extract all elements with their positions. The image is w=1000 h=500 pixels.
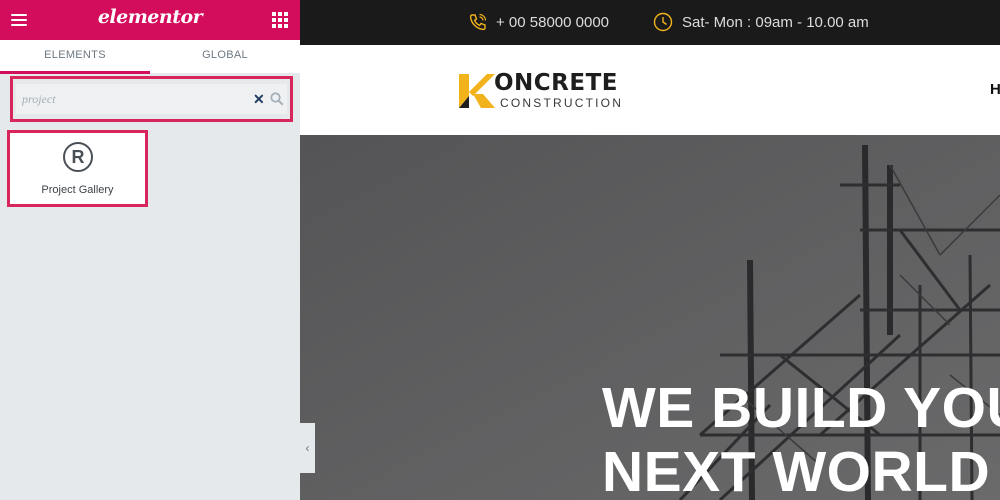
search-highlight: ✕ — [10, 76, 293, 122]
tab-elements[interactable]: ELEMENTS — [0, 40, 150, 74]
page-preview: + 00 58000 0000 Sat- Mon : 09am - 10.00 … — [300, 0, 1000, 500]
panel-header: elementor — [0, 0, 300, 40]
clear-icon[interactable]: ✕ — [253, 90, 265, 108]
search-box: ✕ — [16, 84, 287, 114]
phone-number: + 00 58000 0000 — [496, 14, 610, 31]
hero-section: WE BUILD YOUR NEXT WORLD — [300, 135, 1000, 500]
brand-tagline: CONSTRUCTION — [500, 96, 624, 110]
tab-global[interactable]: GLOBAL — [150, 40, 300, 74]
top-bar: + 00 58000 0000 Sat- Mon : 09am - 10.00 … — [300, 0, 1000, 45]
clock-icon — [653, 12, 673, 32]
search-icon[interactable] — [270, 92, 284, 106]
hero-heading-line-2: NEXT WORLD — [602, 440, 991, 500]
koncrete-logo-icon[interactable] — [457, 72, 495, 110]
opening-hours: Sat- Mon : 09am - 10.00 am — [682, 14, 869, 31]
elementor-logo: elementor — [97, 6, 203, 28]
panel-tabs: ELEMENTS GLOBAL — [0, 40, 300, 74]
nav-item-home[interactable]: H — [990, 81, 1000, 98]
widget-label: Project Gallery — [41, 184, 114, 196]
search-input[interactable] — [22, 89, 242, 109]
widget-project-gallery[interactable]: R Project Gallery — [7, 130, 148, 207]
hero-heading-line-1: WE BUILD YOUR — [602, 376, 1000, 440]
brand-name: ONCRETE — [494, 70, 619, 96]
elementor-panel: elementor ELEMENTS GLOBAL ✕ R Project Ga… — [0, 0, 300, 500]
collapse-panel-button[interactable]: ‹ — [300, 423, 315, 473]
registered-icon: R — [63, 142, 93, 172]
site-header: ONCRETE CONSTRUCTION H — [300, 45, 1000, 135]
phone-icon — [469, 13, 487, 31]
grid-icon[interactable] — [272, 12, 288, 28]
